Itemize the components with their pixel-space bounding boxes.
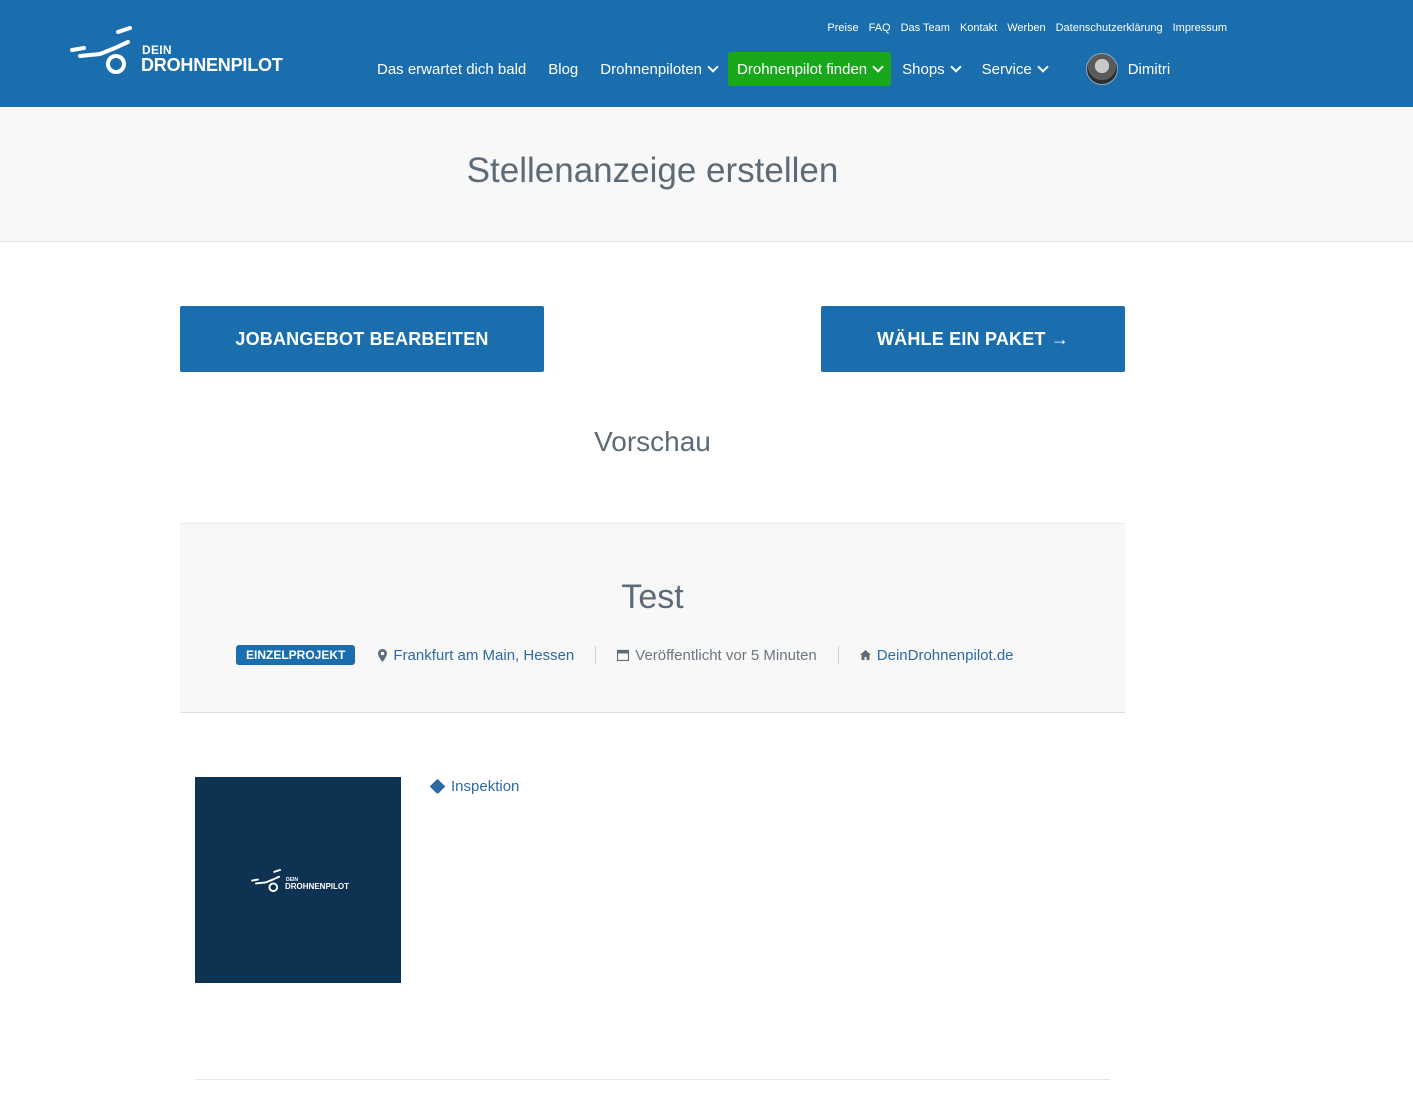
nav-item-service[interactable]: Service [971, 52, 1058, 86]
nav-item-blog[interactable]: Blog [537, 52, 589, 86]
tag-icon [429, 778, 446, 795]
job-company-link: DeinDrohnenpilot.de [876, 646, 1014, 664]
chevron-down-icon [707, 60, 719, 73]
nav-label: Drohnenpiloten [600, 60, 703, 78]
nav-item-drohnenpiloten[interactable]: Drohnenpiloten [589, 52, 728, 86]
nav-label: Das erwartet dich bald [377, 60, 527, 78]
company-logo-text-big: DROHNENPILOT [285, 882, 349, 891]
job-published-text: Veröffentlicht vor 5 Minuten [635, 646, 817, 664]
top-link-kontakt[interactable]: Kontakt [960, 22, 997, 34]
job-preview-card: Test EINZELPROJEKT Frankfurt am Main, He… [180, 523, 1125, 713]
logo-text-big: DROHNENPILOT [141, 55, 283, 75]
job-tag-label: Inspektion [451, 778, 520, 795]
top-link-datenschutz[interactable]: Datenschutzerklärung [1056, 22, 1163, 34]
page-title: Stellenanzeige erstellen [466, 151, 839, 190]
divider [195, 1079, 1110, 1080]
nav-item-erwartet[interactable]: Das erwartet dich bald [366, 52, 537, 86]
nav-label: Service [981, 60, 1032, 78]
job-location-text: Frankfurt am Main, Hessen [393, 646, 575, 664]
job-company[interactable]: DeinDrohnenpilot.de [859, 646, 1014, 664]
top-link-impressum[interactable]: Impressum [1173, 22, 1227, 34]
job-tag[interactable]: Inspektion [429, 778, 520, 795]
map-pin-icon [378, 648, 388, 662]
top-link-team[interactable]: Das Team [901, 22, 950, 34]
edit-job-button[interactable]: JOBANGEBOT BEARBEITEN [180, 306, 544, 372]
job-type-badge: EINZELPROJEKT [236, 645, 356, 665]
job-title: Test [621, 578, 684, 616]
avatar [1085, 53, 1118, 85]
nav-label: Drohnenpilot finden [737, 60, 868, 78]
site-header: DEIN DROHNENPILOT Preise FAQ Das Team Ko… [0, 0, 1413, 107]
top-link-werben[interactable]: Werben [1007, 22, 1045, 34]
drone-logo-icon [251, 869, 281, 893]
job-published: Veröffentlicht vor 5 Minuten [617, 646, 839, 664]
nav-item-shops[interactable]: Shops [891, 52, 971, 86]
calendar-icon [617, 649, 630, 661]
chevron-down-icon [1037, 60, 1049, 73]
nav-item-drohnenpilot-finden[interactable]: Drohnenpilot finden [728, 52, 892, 86]
drone-logo-icon [70, 26, 132, 74]
job-meta: EINZELPROJEKT Frankfurt am Main, Hessen … [236, 644, 1014, 666]
chevron-down-icon [872, 60, 884, 73]
preview-heading: Vorschau [594, 426, 711, 457]
user-menu[interactable]: Dimitri [1075, 52, 1182, 86]
nav-label: Blog [548, 60, 579, 78]
job-location[interactable]: Frankfurt am Main, Hessen [378, 646, 597, 664]
site-logo[interactable]: DEIN DROHNENPILOT [70, 26, 283, 80]
nav-label: Shops [902, 60, 945, 78]
page-title-band: Stellenanzeige erstellen [0, 107, 1413, 242]
chevron-down-icon [950, 60, 962, 73]
top-link-faq[interactable]: FAQ [869, 22, 891, 34]
choose-package-button[interactable]: WÄHLE EIN PAKET → [821, 306, 1125, 372]
top-link-preise[interactable]: Preise [827, 22, 858, 34]
main-nav: Das erwartet dich bald Blog Drohnenpilot… [366, 52, 1181, 86]
company-logo: DEIN DROHNENPILOT [195, 777, 401, 983]
top-nav: Preise FAQ Das Team Kontakt Werben Daten… [827, 22, 1227, 34]
user-name: Dimitri [1127, 60, 1171, 78]
home-icon [859, 650, 871, 660]
